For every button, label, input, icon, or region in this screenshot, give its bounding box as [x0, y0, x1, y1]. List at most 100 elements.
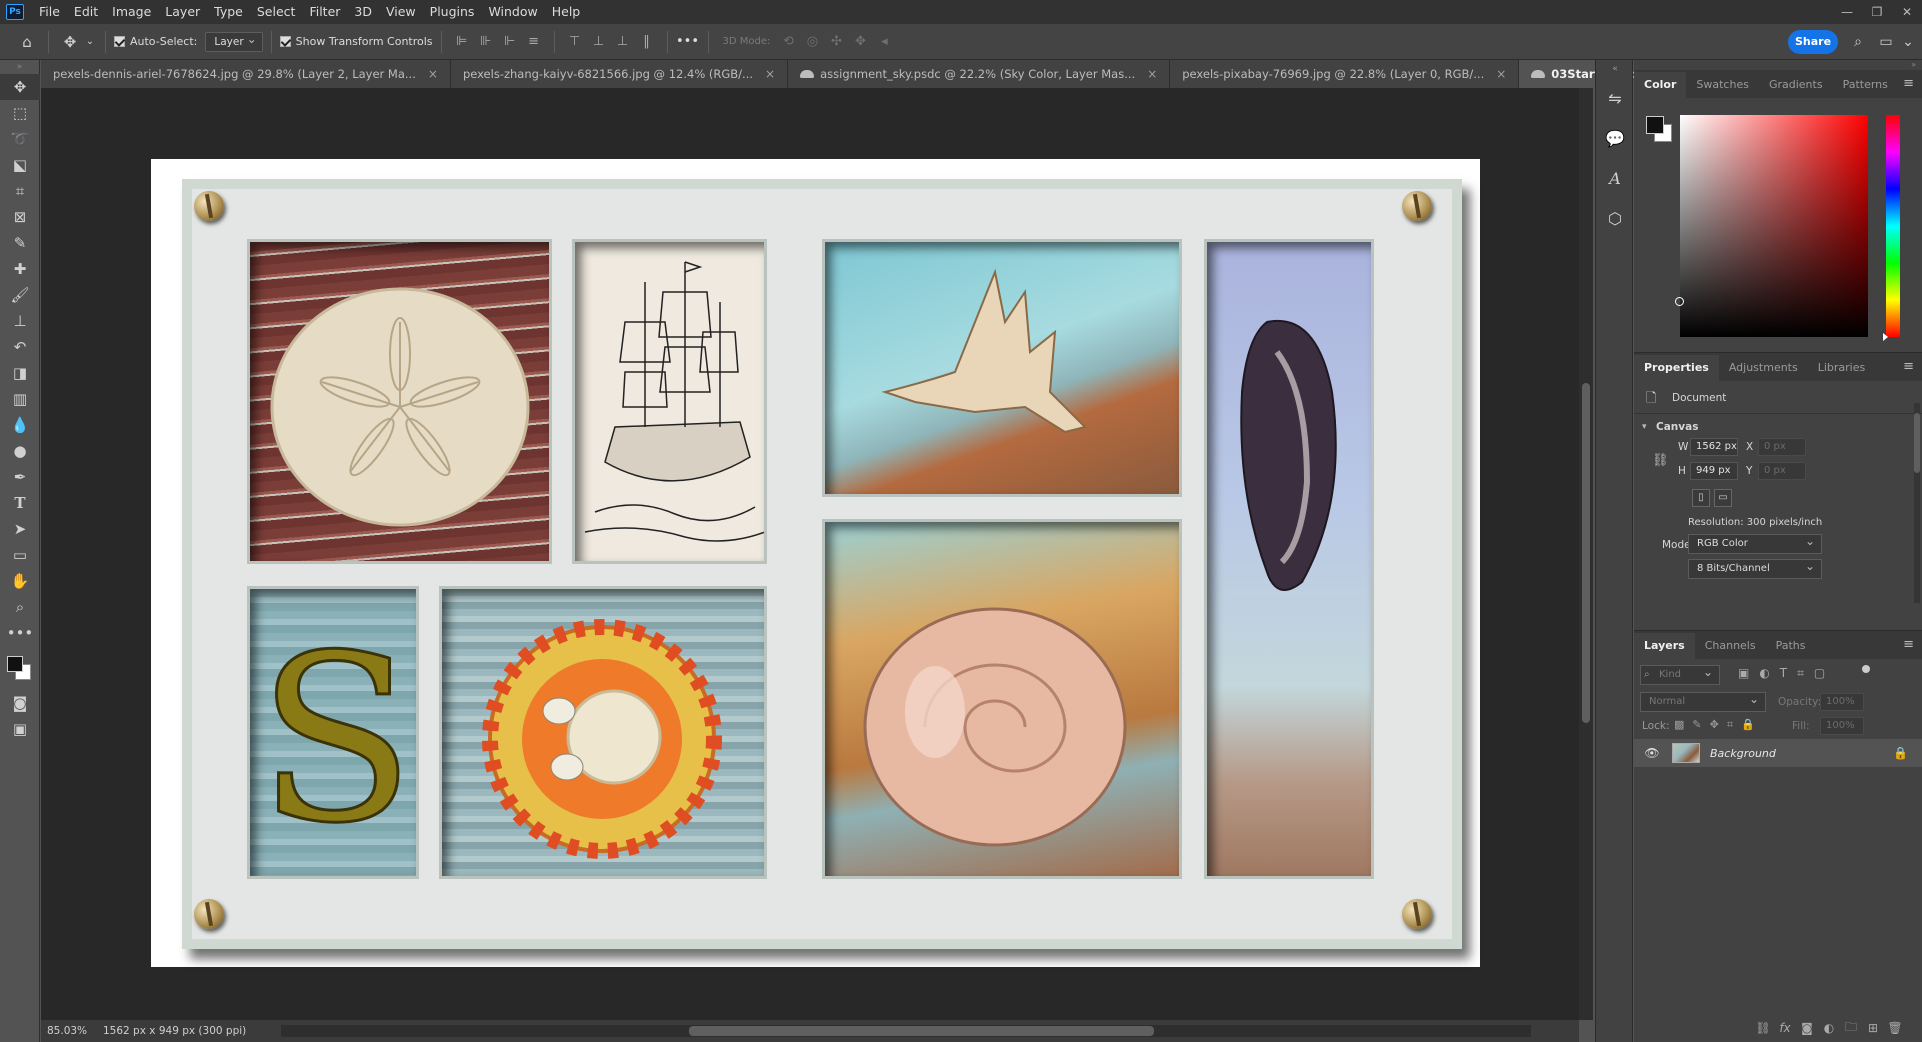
drag-3d-icon[interactable]: ✣ — [824, 30, 848, 54]
delete-layer-icon[interactable]: 🗑 — [1884, 1021, 1906, 1035]
lasso-tool-icon[interactable]: ➰ — [0, 126, 40, 152]
crop-tool-icon[interactable]: ⌗ — [0, 178, 40, 204]
tab-patterns[interactable]: Patterns — [1833, 72, 1898, 98]
x-field[interactable]: 0 px — [1758, 438, 1806, 456]
canvas-width-field[interactable]: 1562 px — [1690, 438, 1738, 456]
properties-scroll-thumb[interactable] — [1914, 413, 1920, 473]
layer-kind-filter[interactable]: Kind — [1640, 663, 1720, 685]
history-panel-icon[interactable]: ⇋ — [1596, 78, 1634, 118]
distribute-vertical-icon[interactable]: ‖ — [635, 30, 659, 54]
canvas-area[interactable]: S — [41, 88, 1579, 1020]
visibility-eye-icon[interactable]: 👁 — [1640, 746, 1664, 760]
type-tool-icon[interactable]: T — [0, 490, 40, 516]
horizontal-scroll-thumb[interactable] — [689, 1026, 1154, 1036]
hue-slider[interactable] — [1886, 115, 1900, 337]
portrait-orientation-icon[interactable]: ▯ — [1692, 489, 1710, 507]
layer-row[interactable]: 👁 Background 🔒 — [1634, 739, 1922, 767]
move-tool-icon[interactable]: ✥ — [0, 74, 40, 100]
horizontal-scrollbar[interactable] — [281, 1025, 1531, 1037]
tab-layers[interactable]: Layers — [1634, 633, 1695, 659]
tab-gradients[interactable]: Gradients — [1759, 72, 1833, 98]
object-selection-tool-icon[interactable]: ⬕ — [0, 152, 40, 178]
menu-layer[interactable]: Layer — [158, 0, 207, 24]
panel-collapse-icon[interactable]: » — [0, 60, 39, 74]
workspace-icon[interactable]: ▭ — [1874, 30, 1898, 54]
collapse-dock-icon[interactable]: » — [1634, 60, 1922, 70]
3d-panel-icon[interactable]: ⬡ — [1596, 198, 1634, 238]
hand-tool-icon[interactable]: ✋ — [0, 568, 40, 594]
move-tool-preset-icon[interactable]: ✥ — [57, 29, 83, 55]
close-icon[interactable]: × — [765, 67, 775, 81]
gradient-tool-icon[interactable]: ▥ — [0, 386, 40, 412]
auto-select-dropdown[interactable]: Layer — [205, 30, 263, 52]
tab-libraries[interactable]: Libraries — [1808, 355, 1876, 381]
home-icon[interactable]: ⌂ — [14, 29, 40, 55]
add-mask-icon[interactable]: ◙ — [1796, 1021, 1818, 1035]
link-icon[interactable]: ⛓ — [1652, 453, 1669, 468]
zoom-tool-icon[interactable]: ⌕ — [0, 594, 40, 620]
doc-tab[interactable]: pexels-dennis-ariel-7678624.jpg @ 29.8% … — [41, 60, 451, 88]
restore-button[interactable]: ❐ — [1862, 0, 1892, 24]
marquee-tool-icon[interactable]: ⬚ — [0, 100, 40, 126]
clone-stamp-tool-icon[interactable]: ⊥ — [0, 308, 40, 334]
blur-tool-icon[interactable]: 💧 — [0, 412, 40, 438]
link-layers-icon[interactable]: ⛓ — [1752, 1021, 1774, 1035]
layer-filter-icons[interactable]: ▣◐T⌗▢ — [1738, 666, 1835, 681]
screen-mode-icon[interactable]: ▣ — [0, 716, 40, 742]
layer-style-icon[interactable]: fx — [1774, 1021, 1796, 1035]
align-right-icon[interactable]: ⊩ — [498, 30, 522, 54]
fill-field[interactable]: 100% — [1820, 717, 1864, 735]
orbit-3d-icon[interactable]: ⟲ — [776, 30, 800, 54]
zoom-level-field[interactable]: 85.03% — [41, 1025, 87, 1037]
panel-menu-icon[interactable]: ≡ — [1903, 76, 1914, 91]
roll-3d-icon[interactable]: ◎ — [800, 30, 824, 54]
menu-view[interactable]: View — [379, 0, 423, 24]
lock-icon[interactable]: 🔒 — [1893, 746, 1908, 760]
pen-tool-icon[interactable]: ✒ — [0, 464, 40, 490]
healing-brush-tool-icon[interactable]: ✚ — [0, 256, 40, 282]
panel-menu-icon[interactable]: ≡ — [1903, 359, 1914, 374]
color-picker-marker[interactable] — [1675, 297, 1684, 306]
landscape-orientation-icon[interactable]: ▭ — [1714, 489, 1732, 507]
new-group-icon[interactable]: 🗀 — [1840, 1018, 1862, 1039]
foreground-color-swatch[interactable] — [1646, 116, 1664, 134]
show-transform-checkbox[interactable] — [279, 36, 291, 47]
search-icon[interactable]: ⌕ — [1846, 30, 1870, 54]
edit-toolbar-icon[interactable]: ••• — [0, 620, 40, 646]
tab-color[interactable]: Color — [1634, 72, 1687, 98]
align-top-icon[interactable]: ⊤ — [563, 30, 587, 54]
menu-select[interactable]: Select — [250, 0, 303, 24]
close-icon[interactable]: × — [1496, 67, 1506, 81]
menu-type[interactable]: Type — [207, 0, 250, 24]
hue-slider-marker[interactable] — [1883, 333, 1888, 341]
menu-file[interactable]: File — [32, 0, 67, 24]
blend-mode-dropdown[interactable]: Normal — [1640, 690, 1766, 712]
quick-mask-icon[interactable]: ◙ — [0, 690, 40, 716]
vertical-scroll-thumb[interactable] — [1582, 383, 1590, 723]
eyedropper-tool-icon[interactable]: ✎ — [0, 230, 40, 256]
frame-tool-icon[interactable]: ⊠ — [0, 204, 40, 230]
filter-toggle-icon[interactable] — [1862, 665, 1870, 673]
tab-properties[interactable]: Properties — [1634, 355, 1719, 381]
y-field[interactable]: 0 px — [1758, 462, 1806, 480]
tab-adjustments[interactable]: Adjustments — [1719, 355, 1808, 381]
menu-help[interactable]: Help — [545, 0, 588, 24]
vertical-scrollbar[interactable] — [1579, 88, 1593, 1020]
rectangle-tool-icon[interactable]: ▭ — [0, 542, 40, 568]
new-layer-icon[interactable]: ⊞ — [1862, 1021, 1884, 1035]
align-left-icon[interactable]: ⊫ — [450, 30, 474, 54]
menu-3d[interactable]: 3D — [347, 0, 379, 24]
align-center-icon[interactable]: ⊪ — [474, 30, 498, 54]
tab-swatches[interactable]: Swatches — [1686, 72, 1759, 98]
minimize-button[interactable]: — — [1832, 0, 1862, 24]
auto-select-checkbox[interactable] — [114, 36, 125, 47]
close-icon[interactable]: × — [428, 67, 438, 81]
dodge-tool-icon[interactable]: ● — [0, 438, 40, 464]
tab-paths[interactable]: Paths — [1766, 633, 1816, 659]
more-options-icon[interactable]: ••• — [676, 30, 700, 54]
chevron-down-icon[interactable]: ▾ — [1642, 422, 1647, 432]
eraser-tool-icon[interactable]: ◨ — [0, 360, 40, 386]
chevron-down-icon[interactable]: ⌄ — [1896, 30, 1920, 54]
menu-window[interactable]: Window — [481, 0, 544, 24]
align-middle-icon[interactable]: ⊥ — [587, 30, 611, 54]
